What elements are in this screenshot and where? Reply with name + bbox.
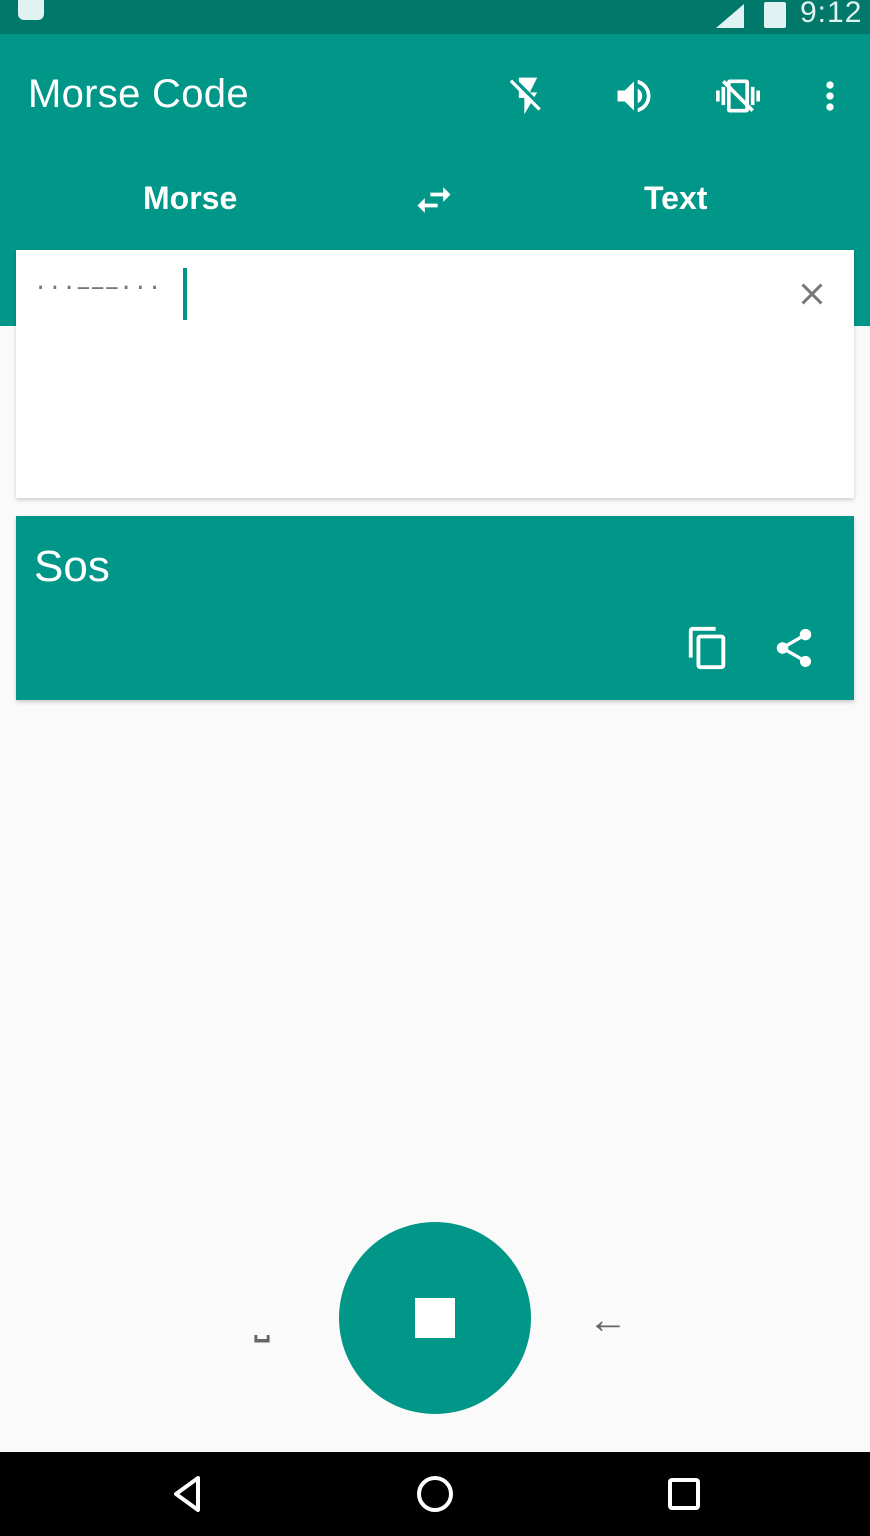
nav-back-button[interactable]	[160, 1466, 216, 1522]
share-icon	[776, 628, 812, 668]
app-title: Morse Code	[28, 72, 249, 116]
signal-icon	[716, 4, 744, 28]
nav-home-button[interactable]	[407, 1466, 463, 1522]
flash-off-icon	[509, 77, 541, 115]
copy-button[interactable]	[682, 622, 734, 674]
clear-button[interactable]	[790, 272, 834, 316]
space-key[interactable]: ⎵	[236, 1294, 288, 1346]
translation-output: Sos	[34, 542, 110, 591]
language-tabs: Morse Text	[0, 172, 870, 232]
morse-input-card[interactable]: ···−−−···	[16, 250, 854, 498]
home-circle-icon	[417, 1476, 453, 1512]
tab-morse[interactable]: Morse	[143, 180, 237, 217]
translation-output-card: Sos	[16, 516, 854, 700]
morse-input[interactable]: ···−−−···	[34, 276, 162, 301]
nav-recents-button[interactable]	[656, 1466, 712, 1522]
swap-button[interactable]	[408, 174, 460, 226]
stop-icon	[415, 1298, 455, 1338]
share-button[interactable]	[768, 622, 820, 674]
system-nav-bar	[0, 1452, 870, 1536]
battery-icon	[764, 2, 786, 28]
sound-toggle-button[interactable]	[608, 70, 660, 122]
swap-horiz-icon	[417, 187, 451, 213]
status-bar: 9:12	[0, 0, 870, 34]
back-triangle-icon	[174, 1476, 200, 1512]
volume-up-icon	[617, 79, 651, 113]
close-icon	[801, 283, 823, 305]
notification-icon	[18, 0, 44, 20]
text-caret	[183, 268, 187, 320]
more-vert-icon	[826, 81, 834, 111]
copy-icon	[688, 626, 726, 670]
vibrate-toggle-button[interactable]	[712, 70, 764, 122]
status-time: 9:12	[800, 0, 863, 29]
tab-text[interactable]: Text	[644, 180, 707, 217]
flash-toggle-button[interactable]	[502, 70, 554, 122]
vibrate-off-icon	[716, 79, 760, 113]
overflow-menu-button[interactable]	[804, 70, 856, 122]
backspace-key[interactable]: ←	[582, 1294, 634, 1346]
morse-key-button[interactable]	[339, 1222, 531, 1414]
recents-square-icon	[668, 1478, 700, 1510]
